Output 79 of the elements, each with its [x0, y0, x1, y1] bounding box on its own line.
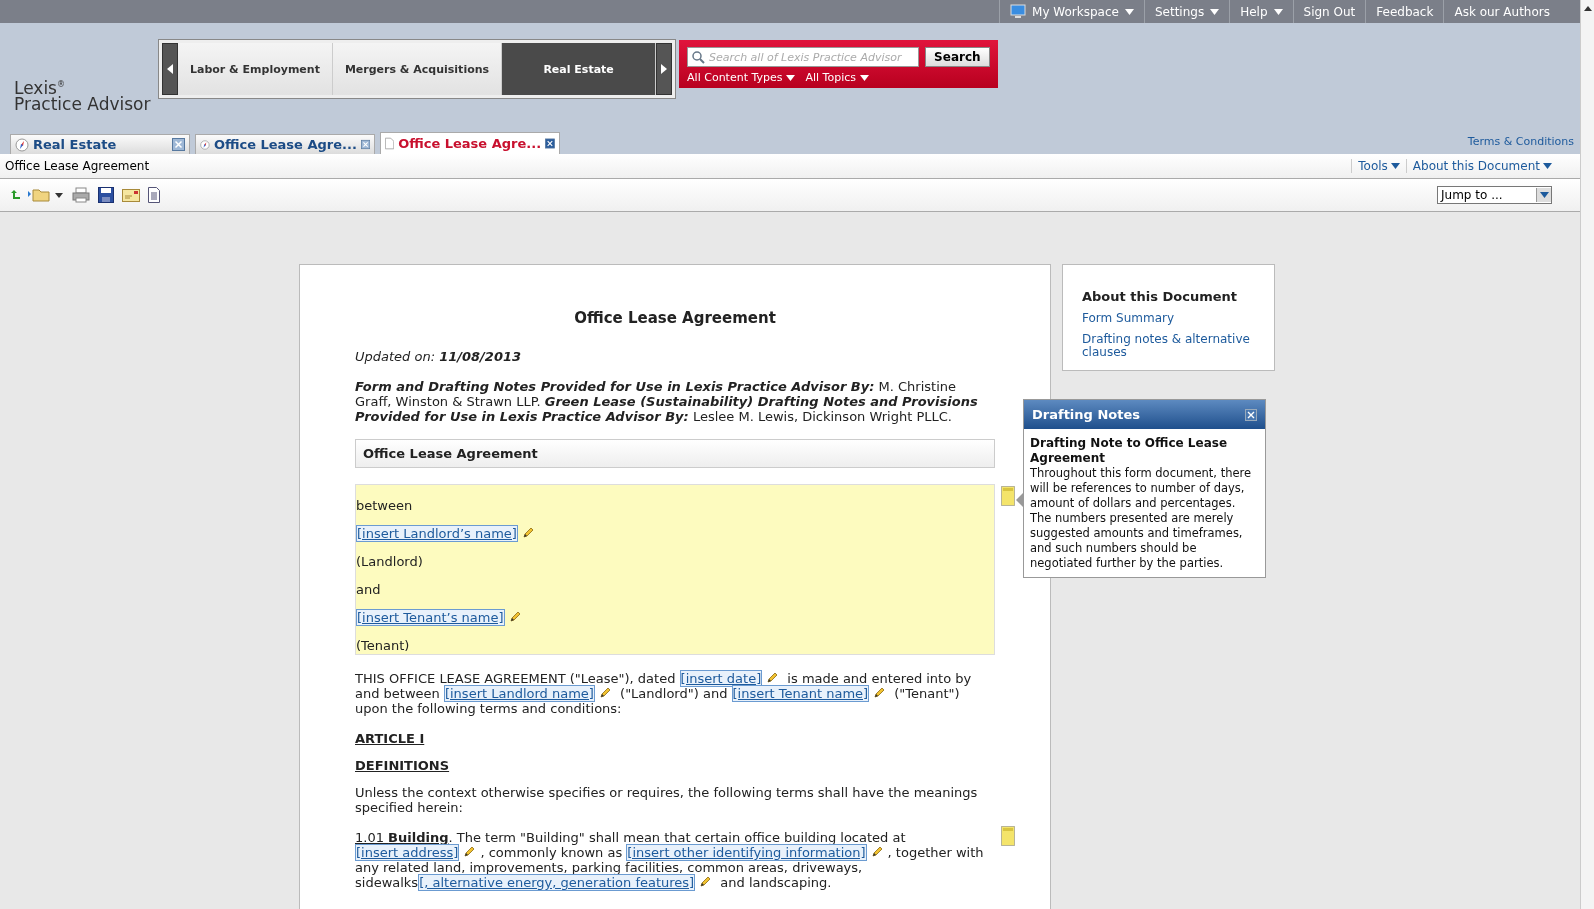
left-arrow-icon — [167, 64, 173, 74]
document-paragraph: Updated on: 11/08/2013 — [355, 349, 523, 364]
insert-field-link[interactable]: [insert Landlord name] — [443, 685, 595, 702]
search-button[interactable]: Search — [925, 47, 990, 67]
compass-icon — [200, 137, 210, 152]
document-paragraph: 1.01 Building. The term "Building" shall mean that certain office building located at [insert address] , commonly known as [insert other identifying information] , together with any related land, improvements, parking facilities, common areas, driveways, sidewalks[, alternative energy, generation features] and landscaping. — [355, 830, 985, 890]
document-heading: Office Lease Agreement — [573, 311, 777, 326]
filter-dropdown[interactable]: All Topics — [805, 71, 869, 84]
note-text: Throughout this form document, there will be references to number of days, amount of dollars and percentages. The numbers presented are merely suggested amounts and timeframes, and such numbers should be negotiated further by the parties. — [1030, 466, 1253, 571]
pencil-icon[interactable] — [508, 610, 522, 623]
article-heading: ARTICLE I — [355, 731, 426, 746]
insert-field-link[interactable]: [insert date] — [679, 670, 763, 687]
menu-dropdown[interactable]: Tools — [1351, 159, 1406, 173]
article-heading: DEFINITIONS — [355, 758, 451, 773]
document-paragraph: Unless the context otherwise specifies or requires, the following terms shall have the meanings specified herein: — [355, 785, 979, 815]
terms-link[interactable]: Terms & Conditions — [1467, 135, 1574, 154]
caret-icon — [1273, 8, 1283, 15]
jump-to-dropdown[interactable]: Jump to ... — [1437, 186, 1552, 204]
note-heading: Drafting Note to Office Lease Agreement — [1030, 436, 1229, 466]
up-arrow-icon[interactable] — [1583, 6, 1592, 11]
email-icon[interactable] — [122, 188, 140, 202]
search-field[interactable]: Search all of Lexis Practice Advisor — [687, 47, 920, 67]
insert-field-link[interactable]: [insert Tenant name] — [731, 685, 870, 702]
panel-title: About this Document — [1082, 289, 1238, 304]
insert-field-link[interactable]: [, alternative energy, generation features] — [418, 874, 696, 891]
document-title: Office Lease Agreement — [5, 159, 150, 173]
caret-icon — [1543, 163, 1552, 169]
caret-icon — [860, 74, 869, 81]
caret-icon — [1390, 163, 1400, 169]
panel-link[interactable]: Drafting notes & alternative clauses — [1082, 333, 1256, 359]
close-icon[interactable] — [1245, 408, 1257, 421]
document-tab[interactable]: Office Lease Agre... — [380, 132, 560, 154]
document-paragraph: THIS OFFICE LEASE AGREEMENT ("Lease"), dated [insert date] is made and entered into by and between [insert Landlord name] ("Landlord") and [insert Tenant name] ("Tenant") upon the following terms and conditions: — [355, 671, 973, 716]
panel-link[interactable]: Form Summary — [1082, 312, 1256, 325]
print-icon[interactable] — [72, 187, 90, 203]
practice-area-tab[interactable]: Real Estate — [502, 43, 657, 95]
pencil-icon[interactable] — [766, 671, 780, 684]
document-icon — [385, 136, 395, 151]
caret-icon — [1124, 8, 1134, 15]
insert-field-link[interactable]: [insert Landlord’s name] — [356, 525, 518, 542]
practice-area-tab[interactable]: Mergers & Acquisitions — [332, 43, 503, 95]
popup-title: Drafting Notes — [1032, 407, 1140, 422]
folder-icon[interactable] — [28, 188, 64, 202]
pencil-icon[interactable] — [873, 686, 887, 699]
search-icon — [692, 50, 706, 64]
document-paragraph: Form and Drafting Notes Provided for Use in Lexis Practice Advisor By: M. Christine Graff, Winston & Strawn LLP. Green Lease (Sustainability) Drafting Notes and Provisions Provided for Use in Lexis Practice Advisor By: Leslee M. Lewis, Dickinson Wright PLLC. — [355, 379, 979, 424]
insert-field-link[interactable]: [insert address] — [355, 844, 460, 861]
document-tab[interactable]: Real Estate — [10, 134, 190, 154]
pencil-icon[interactable] — [463, 845, 477, 858]
scroll-left-button[interactable] — [162, 43, 178, 95]
logo: Lexis$^{®}$ Practice Advisor — [13, 76, 152, 112]
caret-icon — [786, 74, 796, 81]
save-icon[interactable] — [98, 187, 114, 203]
practice-area-tab[interactable]: Labor & Employment — [178, 43, 333, 95]
party-line: between — [356, 498, 414, 514]
close-icon[interactable] — [360, 138, 370, 151]
scrollbar[interactable] — [1580, 0, 1594, 909]
caret-icon — [1539, 192, 1549, 198]
pencil-icon[interactable] — [870, 845, 884, 858]
scroll-right-button[interactable] — [656, 43, 673, 95]
close-icon[interactable] — [172, 138, 185, 151]
pencil-icon[interactable] — [598, 686, 612, 699]
compass-icon — [15, 137, 29, 152]
insert-field-link[interactable]: [insert Tenant’s name] — [356, 609, 505, 626]
caret-icon — [1210, 8, 1220, 15]
monitor-icon — [1010, 4, 1027, 19]
menu-dropdown[interactable]: About this Document — [1405, 159, 1558, 173]
close-icon[interactable] — [545, 137, 555, 150]
party-line: and — [356, 582, 382, 598]
pencil-icon[interactable] — [521, 526, 535, 539]
section-header: Office Lease Agreement — [355, 439, 995, 468]
party-line: (Tenant) — [356, 638, 411, 654]
document-tab[interactable]: Office Lease Agre... — [195, 134, 375, 154]
party-line: (Landlord) — [356, 554, 424, 570]
filter-dropdown[interactable]: All Content Types — [687, 71, 796, 84]
insert-field-link[interactable]: [insert other identifying information] — [626, 844, 867, 861]
right-arrow-icon — [661, 64, 668, 74]
pencil-icon[interactable] — [699, 875, 713, 888]
document-icon[interactable] — [148, 187, 160, 203]
